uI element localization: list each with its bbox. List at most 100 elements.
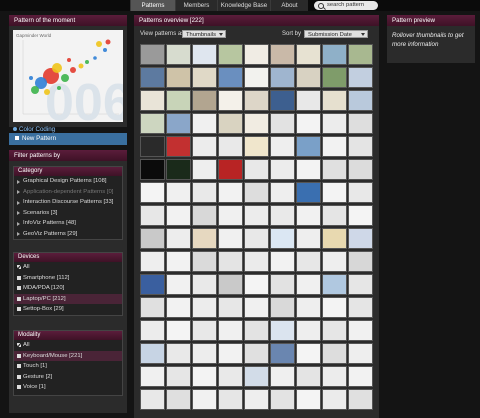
pattern-thumbnail[interactable] bbox=[140, 297, 165, 318]
pattern-thumbnail[interactable] bbox=[244, 44, 269, 65]
tab-knowledge-base[interactable]: Knowledge Base bbox=[217, 0, 270, 11]
pattern-thumbnail[interactable] bbox=[348, 228, 373, 249]
pattern-thumbnail[interactable] bbox=[244, 228, 269, 249]
pattern-thumbnail[interactable] bbox=[140, 113, 165, 134]
pattern-thumbnail[interactable] bbox=[348, 320, 373, 341]
category-item-graphical-design[interactable]: Graphical Design Patterns [108] bbox=[14, 176, 122, 187]
pattern-thumbnail[interactable] bbox=[296, 159, 321, 180]
pattern-thumbnail[interactable] bbox=[166, 182, 191, 203]
pattern-thumbnail[interactable] bbox=[140, 67, 165, 88]
pattern-thumbnail[interactable] bbox=[192, 90, 217, 111]
pattern-of-the-moment-image[interactable]: Gapminder World 006 bbox=[13, 30, 123, 122]
pattern-thumbnail[interactable] bbox=[322, 389, 347, 410]
pattern-thumbnail[interactable] bbox=[322, 205, 347, 226]
pattern-thumbnail[interactable] bbox=[218, 113, 243, 134]
pattern-thumbnail[interactable] bbox=[192, 205, 217, 226]
pattern-thumbnail[interactable] bbox=[244, 366, 269, 387]
pattern-thumbnail[interactable] bbox=[322, 90, 347, 111]
pattern-thumbnail[interactable] bbox=[322, 44, 347, 65]
pattern-thumbnail[interactable] bbox=[218, 136, 243, 157]
pattern-thumbnail[interactable] bbox=[348, 67, 373, 88]
pattern-thumbnail[interactable] bbox=[296, 320, 321, 341]
pattern-thumbnail[interactable] bbox=[166, 90, 191, 111]
pattern-thumbnail[interactable] bbox=[348, 159, 373, 180]
pattern-thumbnail[interactable] bbox=[140, 44, 165, 65]
pattern-thumbnail[interactable] bbox=[348, 136, 373, 157]
pattern-thumbnail[interactable] bbox=[270, 182, 295, 203]
pattern-thumbnail[interactable] bbox=[166, 389, 191, 410]
pattern-thumbnail[interactable] bbox=[218, 251, 243, 272]
pattern-thumbnail[interactable] bbox=[270, 297, 295, 318]
modality-option-all[interactable]: All bbox=[14, 340, 122, 351]
pattern-thumbnail[interactable] bbox=[322, 343, 347, 364]
pattern-thumbnail[interactable] bbox=[296, 228, 321, 249]
pattern-thumbnail[interactable] bbox=[140, 320, 165, 341]
pattern-thumbnail[interactable] bbox=[348, 113, 373, 134]
pattern-thumbnail[interactable] bbox=[244, 136, 269, 157]
search-input[interactable]: search pattern bbox=[314, 1, 378, 10]
pattern-thumbnail[interactable] bbox=[140, 90, 165, 111]
pattern-thumbnail[interactable] bbox=[348, 389, 373, 410]
category-item-scenarios[interactable]: Scenarios [3] bbox=[14, 208, 122, 219]
checkbox-icon[interactable] bbox=[17, 353, 21, 358]
pattern-thumbnail[interactable] bbox=[166, 205, 191, 226]
pattern-thumbnail[interactable] bbox=[322, 297, 347, 318]
pattern-thumbnail[interactable] bbox=[322, 182, 347, 203]
pattern-thumbnail[interactable] bbox=[140, 228, 165, 249]
pattern-thumbnail[interactable] bbox=[218, 228, 243, 249]
category-item-application-dependent[interactable]: Application-dependent Patterns [0] bbox=[14, 187, 122, 198]
pattern-thumbnail[interactable] bbox=[322, 320, 347, 341]
pattern-thumbnail[interactable] bbox=[296, 205, 321, 226]
view-mode-select[interactable]: Thumbnails bbox=[182, 30, 226, 38]
pattern-thumbnail[interactable] bbox=[140, 389, 165, 410]
pattern-thumbnail[interactable] bbox=[166, 159, 191, 180]
pattern-thumbnail[interactable] bbox=[322, 113, 347, 134]
pattern-thumbnail[interactable] bbox=[296, 389, 321, 410]
pattern-thumbnail[interactable] bbox=[296, 366, 321, 387]
pattern-thumbnail[interactable] bbox=[270, 389, 295, 410]
pattern-thumbnail[interactable] bbox=[322, 274, 347, 295]
pattern-thumbnail[interactable] bbox=[322, 136, 347, 157]
checkbox-icon[interactable] bbox=[17, 296, 21, 301]
pattern-thumbnail[interactable] bbox=[166, 320, 191, 341]
category-item-geoviz[interactable]: GeoViz Patterns [29] bbox=[14, 229, 122, 240]
modality-option-voice[interactable]: Voice [1] bbox=[14, 382, 122, 393]
pattern-thumbnail[interactable] bbox=[244, 297, 269, 318]
pattern-thumbnail[interactable] bbox=[348, 205, 373, 226]
device-option-all[interactable]: All bbox=[14, 262, 122, 273]
pattern-thumbnail[interactable] bbox=[192, 343, 217, 364]
pattern-thumbnail[interactable] bbox=[270, 274, 295, 295]
tab-members[interactable]: Members bbox=[175, 0, 217, 11]
pattern-thumbnail[interactable] bbox=[296, 251, 321, 272]
pattern-thumbnail[interactable] bbox=[270, 67, 295, 88]
pattern-thumbnail[interactable] bbox=[192, 274, 217, 295]
pattern-thumbnail[interactable] bbox=[166, 366, 191, 387]
pattern-thumbnail[interactable] bbox=[192, 182, 217, 203]
checkbox-icon[interactable] bbox=[17, 385, 21, 389]
pattern-thumbnail[interactable] bbox=[140, 274, 165, 295]
pattern-thumbnail[interactable] bbox=[244, 343, 269, 364]
pattern-thumbnail[interactable] bbox=[270, 366, 295, 387]
pattern-thumbnail[interactable] bbox=[244, 90, 269, 111]
checkbox-icon[interactable] bbox=[17, 275, 21, 280]
tab-patterns[interactable]: Patterns bbox=[130, 0, 175, 11]
checkbox-icon[interactable] bbox=[17, 364, 21, 368]
pattern-thumbnail[interactable] bbox=[270, 159, 295, 180]
pattern-thumbnail[interactable] bbox=[166, 67, 191, 88]
pattern-thumbnail[interactable] bbox=[166, 274, 191, 295]
pattern-thumbnail[interactable] bbox=[218, 320, 243, 341]
pattern-thumbnail[interactable] bbox=[140, 251, 165, 272]
checkbox-icon[interactable] bbox=[17, 286, 21, 290]
pattern-thumbnail[interactable] bbox=[244, 389, 269, 410]
device-option-smartphone[interactable]: Smartphone [112] bbox=[14, 273, 122, 284]
pattern-thumbnail[interactable] bbox=[348, 90, 373, 111]
pattern-thumbnail[interactable] bbox=[140, 343, 165, 364]
pattern-thumbnail[interactable] bbox=[140, 205, 165, 226]
category-item-interaction-discourse[interactable]: Interaction Discourse Patterns [33] bbox=[14, 197, 122, 208]
pattern-thumbnail[interactable] bbox=[166, 44, 191, 65]
pattern-thumbnail[interactable] bbox=[348, 182, 373, 203]
pattern-thumbnail[interactable] bbox=[270, 343, 295, 364]
pattern-thumbnail[interactable] bbox=[270, 90, 295, 111]
new-pattern-button[interactable]: New Pattern bbox=[9, 133, 127, 145]
tab-about[interactable]: About bbox=[270, 0, 308, 11]
